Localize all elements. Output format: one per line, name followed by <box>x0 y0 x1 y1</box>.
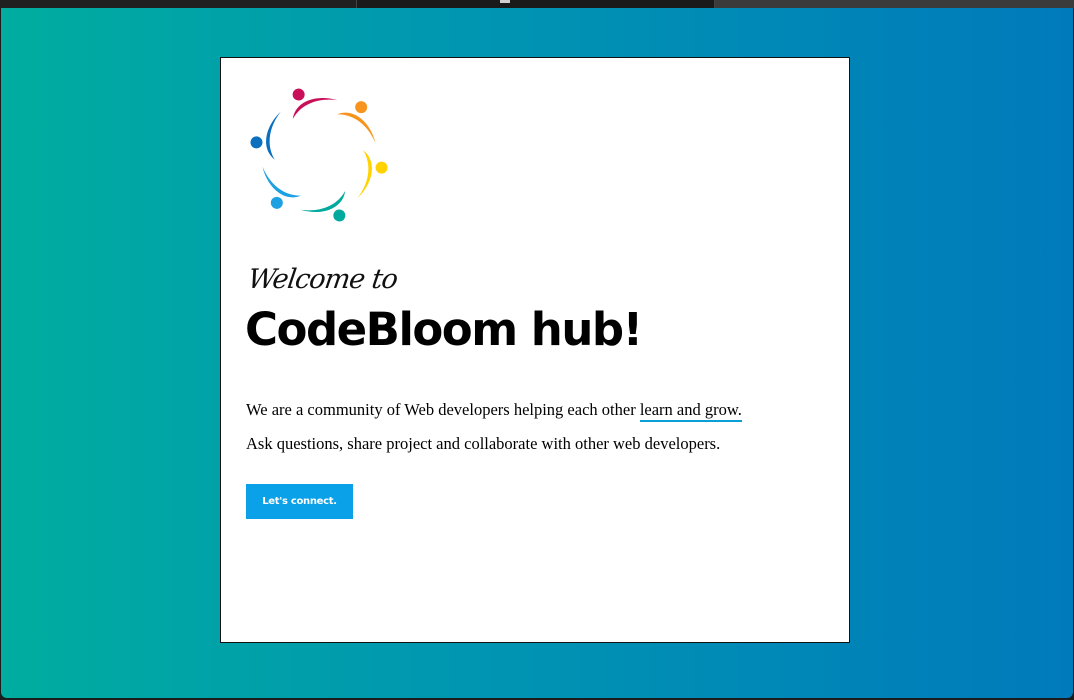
logo-petal <box>250 111 281 160</box>
page-title: CodeBloom hub! <box>245 303 643 356</box>
intro-text: We are a community of Web developers hel… <box>246 400 640 419</box>
intro-paragraph: We are a community of Web developers hel… <box>246 400 742 422</box>
browser-tab[interactable] <box>0 0 357 8</box>
learn-and-grow-link[interactable]: learn and grow. <box>639 400 742 422</box>
tab-indicator <box>500 0 510 3</box>
welcome-heading: Welcome to <box>246 264 400 295</box>
logo-petal <box>357 150 388 199</box>
page-background: Welcome to CodeBloom hub! We are a commu… <box>1 8 1073 698</box>
browser-tab[interactable] <box>715 0 1074 8</box>
logo-petal <box>262 166 302 209</box>
logo-petal <box>292 88 338 120</box>
lets-connect-button[interactable]: Let's connect. <box>246 484 353 519</box>
community-logo-icon <box>250 88 388 222</box>
browser-tab-active[interactable] <box>357 0 715 8</box>
description-paragraph: Ask questions, share project and collabo… <box>246 434 721 453</box>
browser-tab-bar <box>0 0 1074 8</box>
logo-petal <box>336 101 376 144</box>
welcome-card: Welcome to CodeBloom hub! We are a commu… <box>220 57 850 643</box>
logo-petal <box>300 190 346 222</box>
